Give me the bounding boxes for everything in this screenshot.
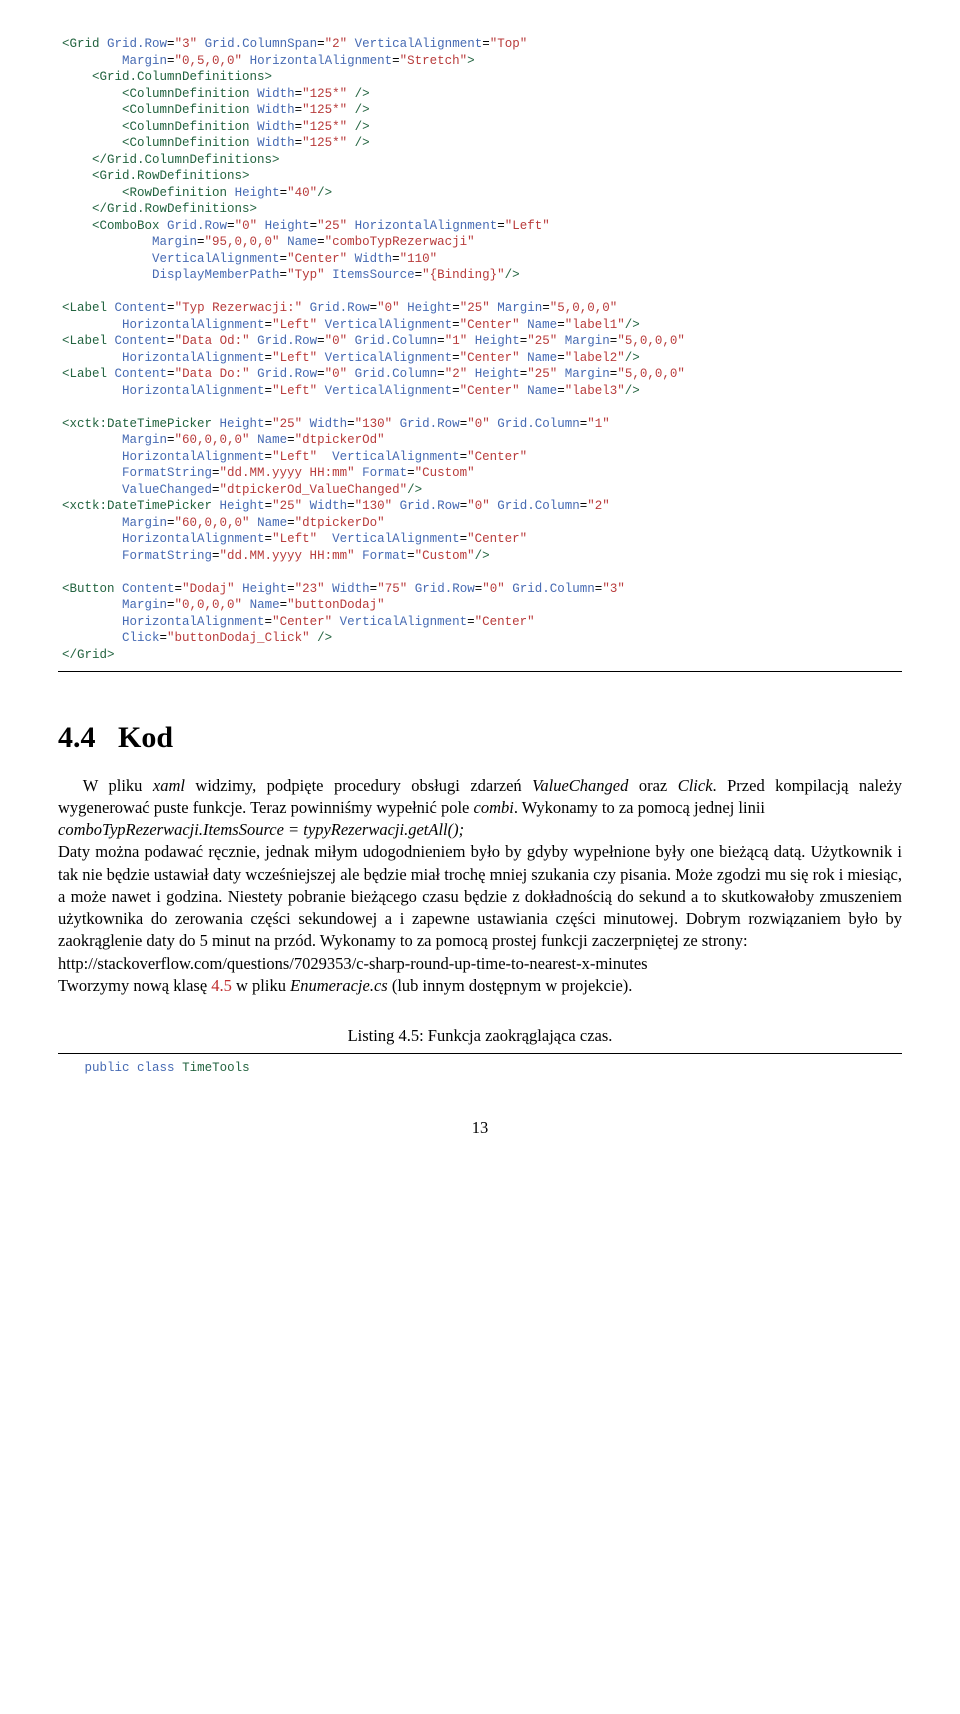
section-number: 4.4 xyxy=(58,721,96,754)
code-listing-xaml: <Grid Grid.Row="3" Grid.ColumnSpan="2" V… xyxy=(58,36,902,672)
page-number: 13 xyxy=(58,1117,902,1139)
section-title: Kod xyxy=(118,721,173,754)
cross-reference[interactable]: 4.5 xyxy=(211,976,232,995)
code-listing-csharp: public class TimeTools xyxy=(58,1053,902,1077)
section-heading: 4.4 Kod xyxy=(58,718,902,759)
listing-caption: Listing 4.5: Funkcja zaokrąglająca czas. xyxy=(58,1025,902,1047)
body-paragraphs: W pliku xaml widzimy, podpięte procedury… xyxy=(58,775,902,998)
